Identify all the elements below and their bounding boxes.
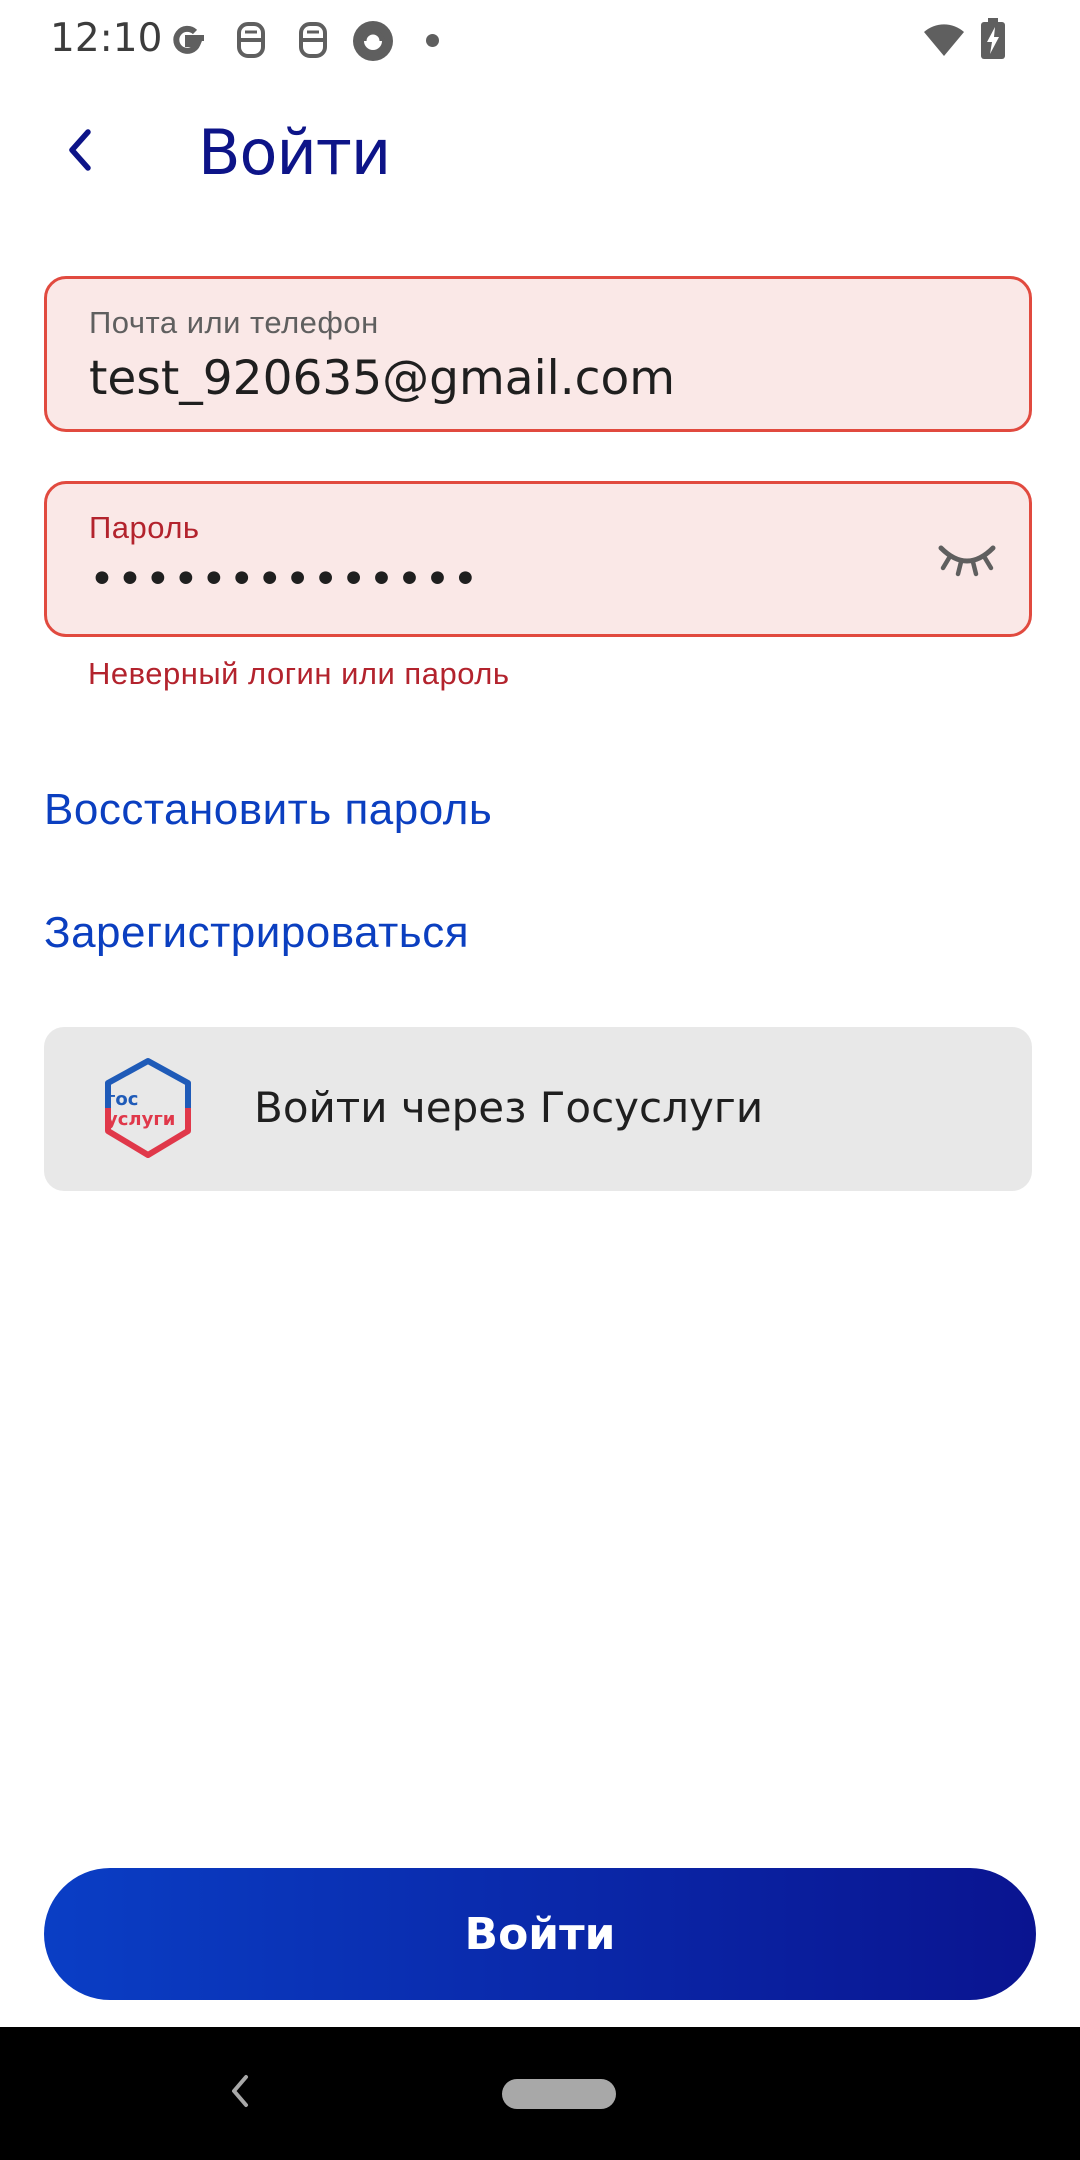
gosuslugi-logo-icon: гос услуги — [96, 1057, 200, 1161]
sync-icon — [350, 18, 396, 69]
password-field[interactable]: Пароль •••••••••••••• — [44, 481, 1032, 637]
page-title: Войти — [198, 116, 391, 189]
gosuslugi-logo-text-bottom: услуги — [106, 1109, 175, 1130]
email-field-value[interactable]: test_920635@gmail.com — [89, 351, 675, 406]
notification-dot-icon — [426, 34, 439, 47]
status-bar: 12:10 — [0, 0, 1080, 78]
login-button-label: Войти — [464, 1908, 616, 1960]
register-link[interactable]: Зарегистрироваться — [44, 908, 469, 958]
app-icon — [296, 18, 330, 67]
battery-charging-icon — [980, 18, 1006, 65]
gosuslugi-logo-text-top: гос — [106, 1089, 138, 1110]
password-field-value[interactable]: •••••••••••••• — [89, 554, 480, 605]
nav-back-icon[interactable] — [224, 2071, 254, 2111]
email-field-label: Почта или телефон — [89, 305, 379, 340]
system-navigation-bar — [0, 2027, 1080, 2160]
gosuslugi-login-button[interactable]: гос услуги Войти через Госуслуги — [44, 1027, 1032, 1191]
app-icon — [234, 18, 268, 67]
chevron-left-icon — [64, 128, 94, 177]
password-field-label: Пароль — [89, 510, 200, 545]
google-icon — [166, 18, 210, 67]
gosuslugi-login-label: Войти через Госуслуги — [254, 1083, 764, 1132]
back-button[interactable] — [54, 122, 104, 182]
restore-password-link[interactable]: Восстановить пароль — [44, 785, 492, 835]
wifi-icon — [922, 22, 966, 63]
eye-closed-icon[interactable] — [935, 536, 999, 584]
login-error-message: Неверный логин или пароль — [88, 656, 510, 691]
nav-home-pill[interactable] — [502, 2079, 616, 2109]
email-field[interactable]: Почта или телефон test_920635@gmail.com — [44, 276, 1032, 432]
login-button[interactable]: Войти — [44, 1868, 1036, 2000]
status-time: 12:10 — [50, 16, 163, 61]
